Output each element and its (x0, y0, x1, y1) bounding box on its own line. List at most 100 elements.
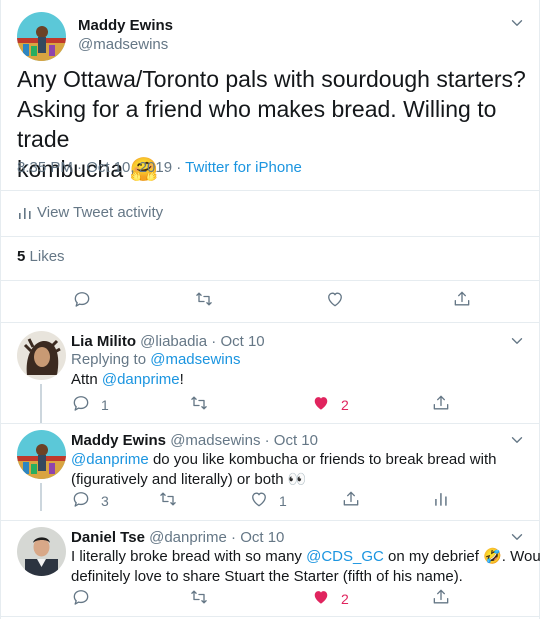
retweet-icon (158, 489, 178, 514)
reply-author-handle[interactable]: @liabadia (140, 333, 207, 350)
mention-link[interactable]: @CDS_GC (306, 548, 384, 565)
reply-author-name[interactable]: Maddy Ewins (71, 432, 166, 449)
analytics-icon (17, 205, 33, 221)
reply-icon (72, 289, 92, 314)
retweet-icon (189, 393, 209, 418)
reply-text-fragment: I literally broke bread with so many (71, 548, 302, 565)
mention-link[interactable]: @danprime (102, 371, 180, 388)
chevron-down-icon[interactable] (508, 332, 526, 350)
view-tweet-activity-label: View Tweet activity (37, 204, 164, 221)
divider (1, 190, 540, 191)
reply-text-fragment: (figuratively and literally) or both (71, 471, 284, 488)
author-handle[interactable]: @madsewins (78, 36, 168, 53)
like-button[interactable]: 2 (311, 395, 349, 415)
reply-button[interactable]: 1 (71, 395, 109, 415)
reply-button[interactable]: 3 (71, 491, 109, 511)
retweet-button[interactable] (158, 491, 178, 511)
reply-header: Maddy Ewins @madsewins · Oct 10 (71, 432, 318, 449)
reply-text-line: @danprime do you like kombucha or friend… (71, 450, 496, 470)
chevron-down-icon[interactable] (508, 431, 526, 449)
reply-text: I literally broke bread with so many @CD… (71, 547, 540, 587)
share-icon (452, 289, 472, 314)
reply-icon (71, 489, 91, 514)
reply-header: Daniel Tse @danprime · Oct 10 (71, 529, 284, 546)
reply-text-fragment: . Would (501, 548, 540, 565)
reply-icon (71, 587, 91, 612)
tweet-timestamp-line: 8:35 PM · Oct 10, 2019 · Twitter for iPh… (17, 159, 302, 176)
likes-label: Likes (29, 248, 65, 265)
reply-count: 1 (101, 397, 109, 413)
reply-button[interactable] (72, 291, 92, 311)
tweet-timestamp[interactable]: 8:35 PM · Oct 10, 2019 (17, 159, 172, 176)
share-icon (341, 489, 361, 514)
like-count: 1 (279, 493, 287, 509)
analytics-icon (431, 489, 451, 514)
reply-text-line: I literally broke bread with so many @CD… (71, 547, 540, 567)
author-name[interactable]: Maddy Ewins (78, 17, 173, 34)
reply-author-handle[interactable]: @danprime (149, 529, 227, 546)
reply-text-fragment: ! (179, 371, 184, 388)
share-button[interactable] (431, 589, 451, 609)
like-button[interactable]: 2 (311, 589, 349, 609)
avatar[interactable] (17, 331, 66, 380)
like-button[interactable]: 1 (249, 491, 287, 511)
tweet-thread: Maddy Ewins @madsewins Any Ottawa/Toront… (0, 0, 540, 619)
retweet-button[interactable] (189, 589, 209, 609)
like-count: 2 (341, 397, 349, 413)
tweet-text-line: Any Ottawa/Toronto pals with sourdough s… (17, 66, 526, 92)
like-button[interactable] (325, 291, 345, 311)
reply-author-name[interactable]: Daniel Tse (71, 529, 145, 546)
replying-to-label: Replying to (71, 351, 147, 368)
heart-icon (311, 587, 331, 612)
share-icon (431, 587, 451, 612)
reply-date[interactable]: · Oct 10 (211, 333, 264, 350)
divider (1, 616, 540, 617)
chevron-down-icon[interactable] (508, 528, 526, 546)
heart-icon (311, 393, 331, 418)
replying-to: Replying to @madsewins (71, 351, 240, 368)
reply-text-fragment: Attn (71, 371, 98, 388)
analytics-button[interactable] (431, 491, 451, 511)
replying-to-handle[interactable]: @madsewins (150, 351, 240, 368)
tweet-text-line: Asking for a friend who makes bread. Wil… (17, 96, 497, 152)
retweet-button[interactable] (189, 395, 209, 415)
reply-author-name[interactable]: Lia Milito (71, 333, 136, 350)
view-tweet-activity-link[interactable]: View Tweet activity (17, 204, 163, 221)
separator-dot: · (176, 159, 182, 176)
reply-button[interactable] (71, 589, 91, 609)
retweet-icon (189, 587, 209, 612)
avatar[interactable] (17, 527, 66, 576)
divider (1, 322, 540, 323)
reply-date[interactable]: · Oct 10 (231, 529, 284, 546)
reply-author-handle[interactable]: @madsewins (170, 432, 260, 449)
retweet-icon (194, 289, 214, 314)
reply-text-fragment: on my debrief (388, 548, 479, 565)
thread-line (40, 483, 42, 511)
chevron-down-icon[interactable] (508, 14, 526, 32)
reply-date[interactable]: · Oct 10 (265, 432, 318, 449)
reply-icon (71, 393, 91, 418)
reply-header: Lia Milito @liabadia · Oct 10 (71, 333, 265, 350)
mention-link[interactable]: @danprime (71, 451, 149, 468)
likes-summary[interactable]: 5 Likes (17, 248, 65, 265)
divider (1, 236, 540, 237)
heart-icon (249, 489, 269, 514)
divider (1, 423, 540, 424)
share-button[interactable] (431, 395, 451, 415)
reply-text-fragment: do you like kombucha or friends to break… (152, 451, 497, 468)
reply-text-line: (figuratively and literally) or both 👀 (71, 470, 496, 490)
share-button[interactable] (452, 291, 472, 311)
share-icon (431, 393, 451, 418)
retweet-button[interactable] (194, 291, 214, 311)
reply-text-line: definitely love to share Stuart the Star… (71, 568, 463, 585)
avatar[interactable] (17, 12, 66, 61)
divider (1, 280, 540, 281)
like-count: 2 (341, 591, 349, 607)
tweet-source[interactable]: Twitter for iPhone (185, 159, 302, 176)
avatar[interactable] (17, 430, 66, 479)
divider (1, 520, 540, 521)
eyes-emoji: 👀 (287, 471, 307, 488)
share-button[interactable] (341, 491, 361, 511)
reply-count: 3 (101, 493, 109, 509)
laughing-emoji: 🤣 (483, 548, 502, 565)
